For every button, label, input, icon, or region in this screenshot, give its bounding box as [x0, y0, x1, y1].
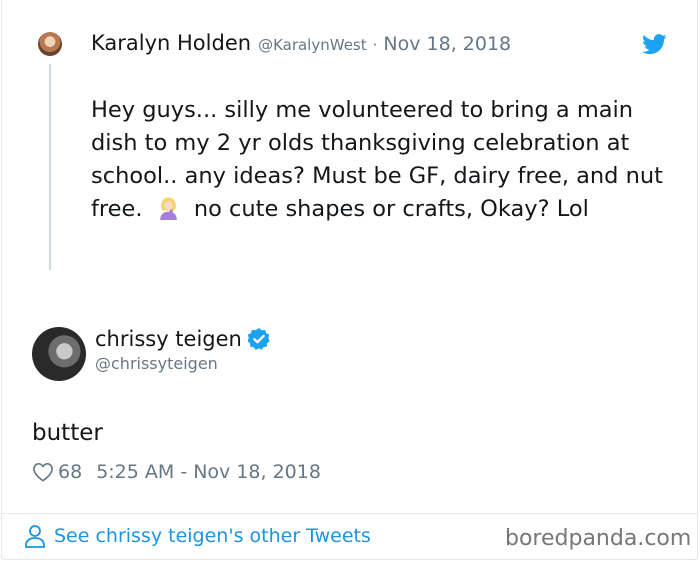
reply-tweet-text: butter	[32, 420, 103, 446]
parent-tweet-date[interactable]: Nov 18, 2018	[383, 33, 511, 55]
footer-divider	[1, 513, 698, 514]
parent-tweet-header: Karalyn Holden @KaralynWest · Nov 18, 20…	[91, 31, 511, 55]
verified-badge-icon	[247, 328, 270, 350]
tweet-meta: 68 5:25 AM - Nov 18, 2018	[32, 461, 321, 483]
twitter-bird-icon[interactable]	[642, 34, 667, 55]
reply-author-handle[interactable]: @chrissyteigen	[95, 354, 218, 373]
parent-author-handle[interactable]: @KaralynWest	[258, 36, 367, 54]
header-separator: ·	[372, 36, 378, 54]
see-other-tweets-label[interactable]: See chrissy teigen's other Tweets	[54, 525, 371, 547]
woman-facepalming-emoji-icon	[159, 197, 177, 220]
reply-author-row: chrissy teigen	[95, 327, 270, 351]
parent-author-name[interactable]: Karalyn Holden	[91, 31, 251, 55]
parent-avatar[interactable]	[38, 32, 62, 56]
see-other-tweets-link[interactable]: See chrissy teigen's other Tweets	[24, 524, 371, 548]
like-count[interactable]: 68	[58, 461, 82, 483]
thread-line	[49, 64, 51, 270]
reply-avatar[interactable]	[32, 327, 86, 381]
reply-author-name[interactable]: chrissy teigen	[95, 327, 242, 351]
parent-tweet-text: Hey guys... silly me volunteered to brin…	[91, 94, 676, 226]
person-icon	[25, 525, 45, 548]
boredpanda-watermark: boredpanda.com	[505, 526, 692, 551]
heart-icon[interactable]	[32, 462, 54, 482]
reply-timestamp[interactable]: 5:25 AM - Nov 18, 2018	[96, 461, 321, 483]
parent-tweet-text-part2: no cute shapes or crafts, Okay? Lol	[193, 196, 589, 222]
